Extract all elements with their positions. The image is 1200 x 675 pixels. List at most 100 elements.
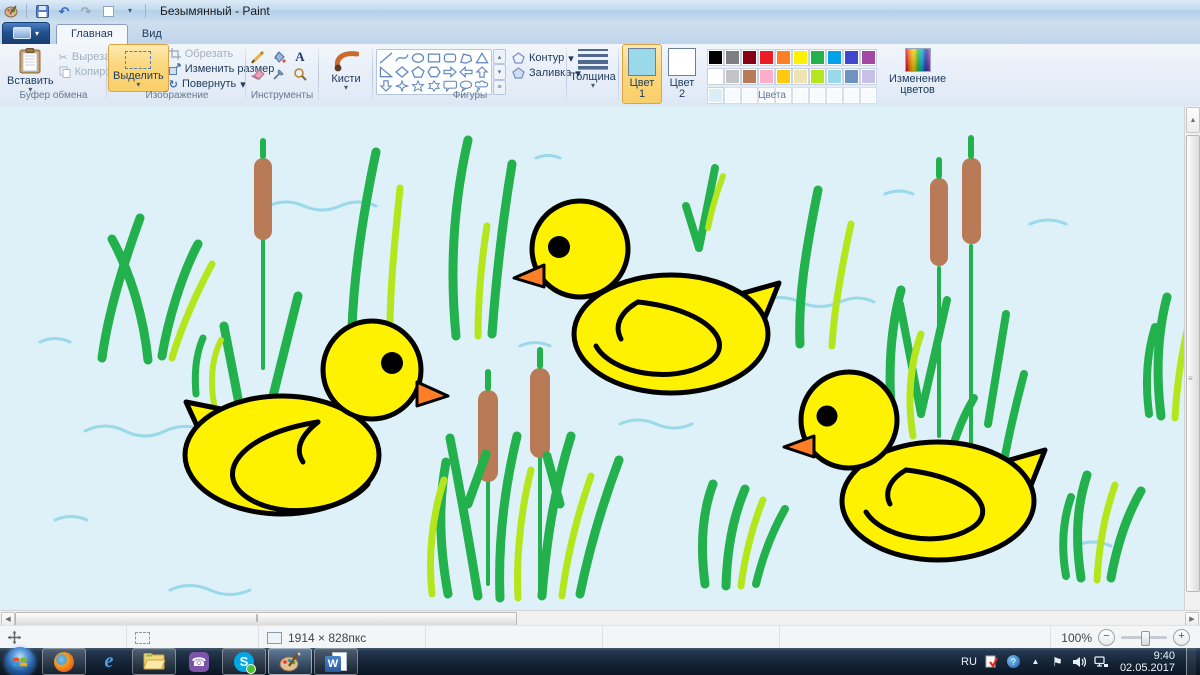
taskbar-clock[interactable]: 9:40 02.05.2017 bbox=[1120, 650, 1175, 674]
shapes-scroll-up[interactable]: ▴ bbox=[493, 49, 506, 64]
taskbar-internet-explorer[interactable]: e bbox=[88, 649, 130, 674]
scroll-left-button[interactable]: ◀ bbox=[1, 612, 15, 626]
rainbow-icon bbox=[905, 48, 931, 72]
start-button[interactable] bbox=[5, 647, 35, 675]
taskbar-word[interactable]: W bbox=[314, 648, 358, 675]
palette-color[interactable] bbox=[758, 68, 775, 85]
eraser-tool[interactable] bbox=[249, 66, 267, 81]
brush-icon bbox=[333, 48, 359, 72]
palette-color[interactable] bbox=[792, 49, 809, 66]
chevron-down-icon: ▾ bbox=[35, 29, 39, 38]
language-indicator[interactable]: RU bbox=[961, 656, 977, 668]
scroll-up-button[interactable]: ▲ bbox=[1186, 107, 1200, 133]
taskbar-skype[interactable]: S bbox=[222, 648, 266, 675]
taskbar-paint[interactable] bbox=[268, 648, 312, 675]
palette-color[interactable] bbox=[741, 49, 758, 66]
image-size-cell: 1914 × 828пкс bbox=[259, 626, 426, 649]
brushes-button[interactable]: Кисти ▾ bbox=[322, 44, 370, 95]
palette-color[interactable] bbox=[809, 49, 826, 66]
palette-color[interactable] bbox=[707, 68, 724, 85]
notes-tray-icon[interactable] bbox=[984, 654, 999, 669]
shapes-scroll-down[interactable]: ▾ bbox=[493, 64, 506, 79]
show-desktop-button[interactable] bbox=[1186, 648, 1196, 675]
tab-view[interactable]: Вид bbox=[128, 25, 176, 44]
shape-curve[interactable] bbox=[394, 51, 410, 65]
shape-triangle[interactable] bbox=[474, 51, 490, 65]
shape-left-arrow[interactable] bbox=[458, 65, 474, 79]
volume-icon[interactable] bbox=[1072, 654, 1087, 669]
palette-color[interactable] bbox=[843, 49, 860, 66]
zoom-slider[interactable] bbox=[1121, 636, 1167, 639]
palette-color[interactable] bbox=[707, 49, 724, 66]
size-button[interactable]: Толщина ▾ bbox=[570, 44, 616, 93]
action-center-flag-icon[interactable]: ⚑ bbox=[1050, 654, 1065, 669]
clock-time: 9:40 bbox=[1120, 650, 1175, 662]
show-hidden-icons-button[interactable]: ▲ bbox=[1028, 654, 1043, 669]
palette-color[interactable] bbox=[843, 68, 860, 85]
horizontal-scrollbar[interactable]: ◀ ∥ ▶ bbox=[0, 610, 1200, 626]
tab-home[interactable]: Главная bbox=[56, 24, 128, 44]
color-picker-tool[interactable] bbox=[270, 66, 288, 81]
text-tool[interactable]: A bbox=[291, 49, 309, 64]
palette-color[interactable] bbox=[826, 68, 843, 85]
window-title: Безымянный - Paint bbox=[160, 4, 270, 18]
thumb-grip: ≡ bbox=[1188, 374, 1194, 383]
palette-empty-slot[interactable] bbox=[860, 87, 877, 104]
shape-up-arrow[interactable] bbox=[474, 65, 490, 79]
scroll-right-button[interactable]: ▶ bbox=[1185, 612, 1199, 626]
palette-color[interactable] bbox=[775, 49, 792, 66]
taskbar-firefox[interactable] bbox=[42, 648, 86, 675]
fill-tool[interactable] bbox=[270, 49, 288, 64]
shape-line[interactable] bbox=[378, 51, 394, 65]
palette-color[interactable] bbox=[724, 68, 741, 85]
globe-tray-icon[interactable]: ? bbox=[1006, 654, 1021, 669]
qat-extra-button[interactable] bbox=[100, 3, 116, 19]
select-button[interactable]: Выделить ▾ bbox=[108, 44, 169, 92]
paint-icon bbox=[279, 652, 301, 672]
palette-color[interactable] bbox=[792, 68, 809, 85]
shape-hexagon[interactable] bbox=[426, 65, 442, 79]
shape-polygon[interactable] bbox=[458, 51, 474, 65]
paint-app-icon[interactable] bbox=[3, 3, 19, 19]
edit-colors-button[interactable]: Изменениецветов bbox=[884, 44, 951, 100]
palette-color[interactable] bbox=[758, 49, 775, 66]
palette-color[interactable] bbox=[775, 68, 792, 85]
taskbar-viber[interactable]: ☎ bbox=[178, 649, 220, 674]
shape-diamond[interactable] bbox=[394, 65, 410, 79]
ribbon: Вставить ▾ ✂ Вырезать Копировать Буфер о… bbox=[0, 44, 1200, 107]
zoom-out-button[interactable]: − bbox=[1098, 629, 1115, 646]
palette-color[interactable] bbox=[860, 49, 877, 66]
shape-rounded-rectangle[interactable] bbox=[442, 51, 458, 65]
magnifier-tool[interactable] bbox=[291, 66, 309, 81]
taskbar-explorer[interactable] bbox=[132, 648, 176, 675]
palette-color[interactable] bbox=[809, 68, 826, 85]
color1-button[interactable]: Цвет1 bbox=[622, 44, 662, 104]
shape-rectangle[interactable] bbox=[426, 51, 442, 65]
network-icon[interactable] bbox=[1094, 654, 1109, 669]
qat-customize-dropdown[interactable]: ▾ bbox=[122, 3, 138, 19]
palette-color[interactable] bbox=[724, 49, 741, 66]
palette-color[interactable] bbox=[860, 68, 877, 85]
shape-ellipse[interactable] bbox=[410, 51, 426, 65]
horizontal-scroll-thumb[interactable] bbox=[15, 612, 517, 626]
vertical-scrollbar[interactable]: ▲ ≡ bbox=[1184, 106, 1200, 610]
vertical-scroll-thumb[interactable] bbox=[1186, 135, 1200, 592]
internet-explorer-icon: e bbox=[105, 650, 114, 673]
shape-pentagon[interactable] bbox=[410, 65, 426, 79]
pencil-tool[interactable] bbox=[249, 49, 267, 64]
paint-menu-button[interactable]: ▾ bbox=[2, 22, 50, 44]
redo-button[interactable]: ↷ bbox=[78, 3, 94, 19]
shape-right-triangle[interactable] bbox=[378, 65, 394, 79]
save-button[interactable] bbox=[34, 3, 50, 19]
shape-right-arrow[interactable] bbox=[442, 65, 458, 79]
zoom-slider-thumb[interactable] bbox=[1141, 631, 1150, 646]
zoom-in-button[interactable]: + bbox=[1173, 629, 1190, 646]
palette-color[interactable] bbox=[826, 49, 843, 66]
shapes-grid bbox=[376, 49, 492, 95]
divider bbox=[372, 48, 373, 100]
divider bbox=[566, 48, 567, 100]
palette-color[interactable] bbox=[741, 68, 758, 85]
folder-icon bbox=[143, 653, 165, 670]
undo-button[interactable]: ↶ bbox=[56, 3, 72, 19]
drawing-canvas[interactable] bbox=[0, 106, 1185, 610]
